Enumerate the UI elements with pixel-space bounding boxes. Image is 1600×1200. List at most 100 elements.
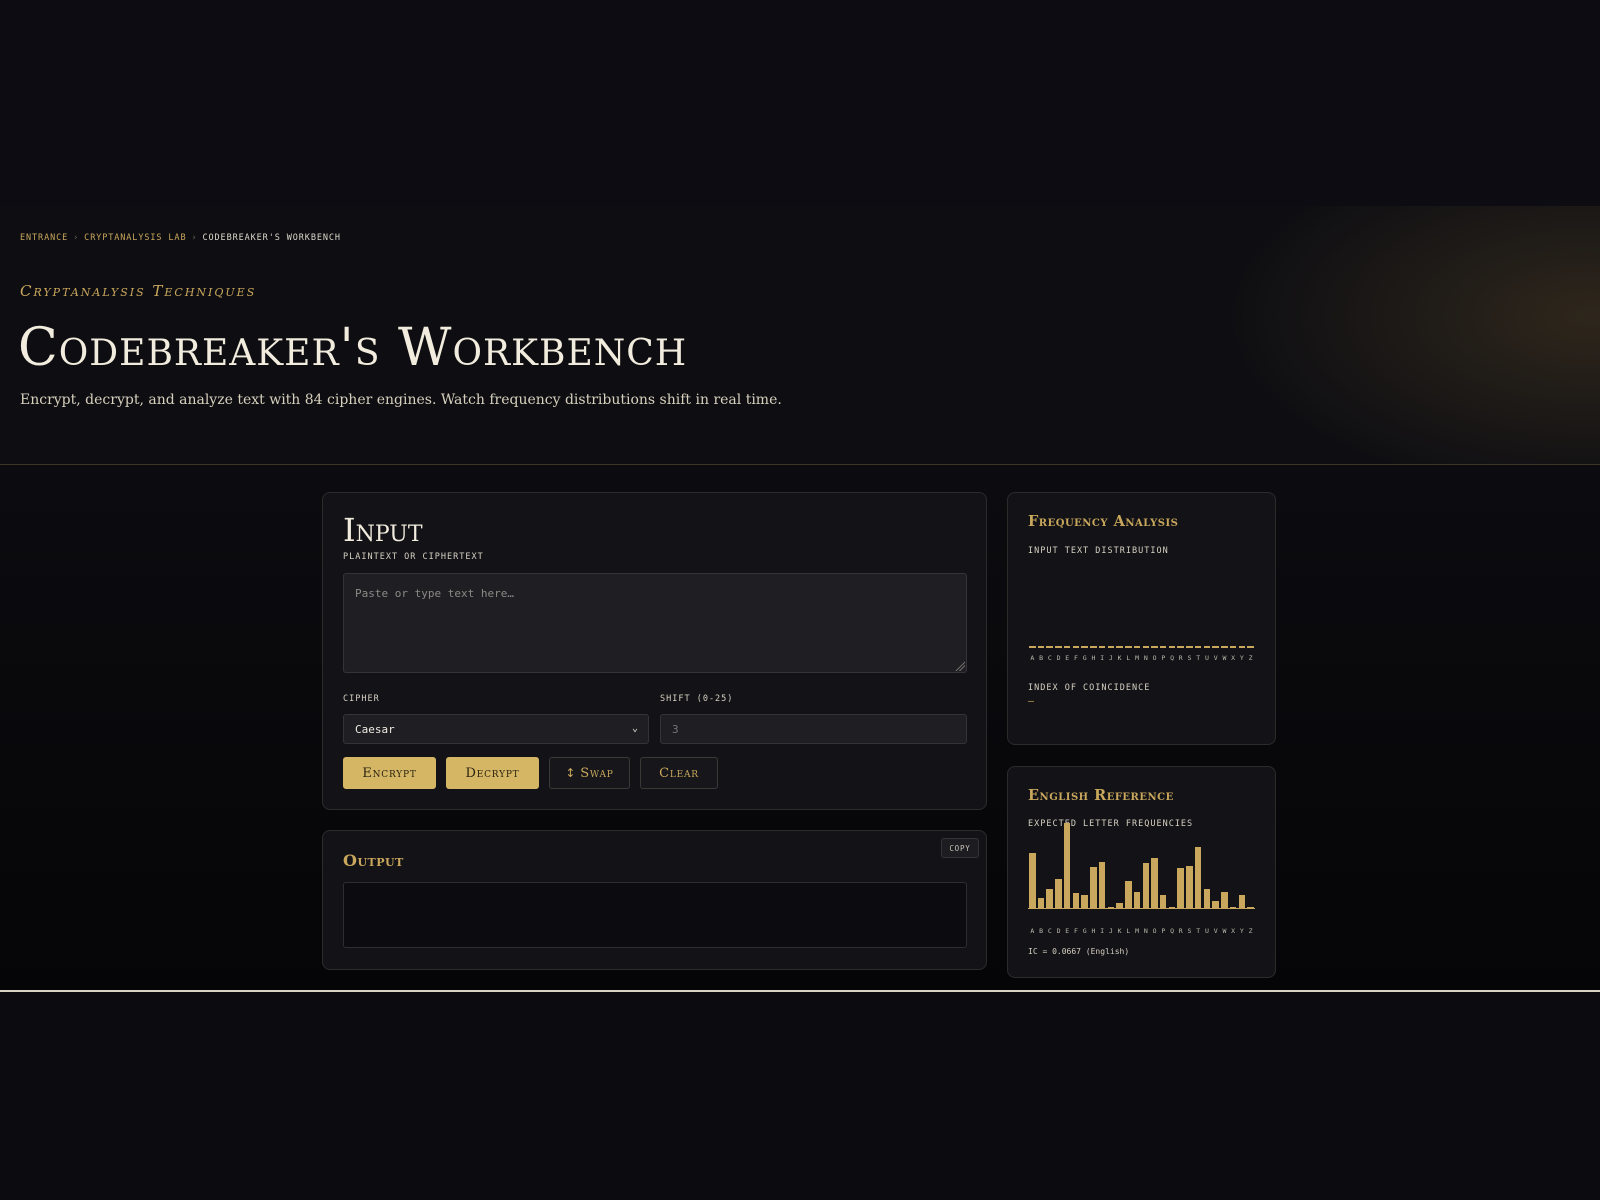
tick-label: Y xyxy=(1239,654,1244,662)
reference-frequency-bar xyxy=(1098,861,1106,908)
tick-label: V xyxy=(1213,927,1218,935)
output-text[interactable] xyxy=(343,882,967,948)
input-frequency-bar xyxy=(1186,646,1193,648)
reference-frequency-bar xyxy=(1159,895,1167,908)
tick-label: U xyxy=(1204,927,1209,935)
copy-button[interactable]: COPY xyxy=(941,838,979,858)
output-panel: Output COPY xyxy=(322,830,987,970)
input-heading: Input xyxy=(343,511,423,549)
tick-label: Y xyxy=(1239,927,1244,935)
tick-label: Z xyxy=(1248,654,1253,662)
tick-label: A xyxy=(1030,654,1035,662)
ic-label: INDEX OF COINCIDENCE xyxy=(1028,683,1151,693)
input-frequency-bar xyxy=(1081,646,1088,648)
tick-label: F xyxy=(1074,927,1078,935)
frequency-panel: Frequency Analysis INPUT TEXT DISTRIBUTI… xyxy=(1007,492,1276,745)
cipher-select-value: Caesar xyxy=(355,723,395,736)
shift-input[interactable] xyxy=(660,714,967,744)
tick-label: M xyxy=(1135,927,1140,935)
encrypt-button[interactable]: Encrypt xyxy=(343,757,436,789)
input-frequency-bar xyxy=(1037,646,1045,648)
frequency-heading: Frequency Analysis xyxy=(1028,513,1179,530)
input-frequency-bar xyxy=(1159,646,1167,648)
tick-label: Q xyxy=(1170,927,1174,935)
tick-label: R xyxy=(1178,654,1183,662)
tick-label: E xyxy=(1065,654,1070,662)
tick-label: D xyxy=(1056,927,1061,935)
reference-frequency-bar xyxy=(1125,881,1132,908)
tick-label: I xyxy=(1100,654,1105,662)
input-panel: Input PLAINTEXT OR CIPHERTEXT CIPHER SHI… xyxy=(322,492,987,810)
clear-button[interactable]: Clear xyxy=(640,757,718,789)
input-frequency-bar xyxy=(1203,646,1211,648)
tick-label: J xyxy=(1108,654,1113,662)
input-frequency-bar xyxy=(1177,646,1184,648)
tick-label: T xyxy=(1196,654,1201,662)
input-frequency-bar xyxy=(1133,646,1141,648)
tick-label: D xyxy=(1056,654,1061,662)
reference-frequency-bar xyxy=(1133,891,1141,908)
reference-ic-note: IC = 0.0667 (English) xyxy=(1028,947,1130,956)
ic-value: — xyxy=(1028,696,1035,707)
chevron-down-icon: ⌄ xyxy=(631,723,638,734)
input-frequency-bar xyxy=(1221,646,1228,648)
resize-handle-icon[interactable] xyxy=(954,660,965,671)
tick-label: U xyxy=(1204,654,1209,662)
breadcrumb-link-entrance[interactable]: ENTRANCE xyxy=(20,233,68,243)
input-frequency-bar xyxy=(1090,646,1097,648)
tick-label: P xyxy=(1161,927,1166,935)
tick-label: I xyxy=(1100,927,1105,935)
input-frequency-bar xyxy=(1107,646,1115,648)
tick-label: N xyxy=(1143,654,1148,662)
breadcrumb: ENTRANCE › CRYPTANALYSIS LAB › CODEBREAKER'S… xyxy=(20,233,341,243)
tick-label: B xyxy=(1039,927,1044,935)
tick-label: J xyxy=(1108,927,1113,935)
tick-label: K xyxy=(1117,654,1122,662)
tick-label: X xyxy=(1231,654,1236,662)
tick-label: H xyxy=(1091,927,1096,935)
page-eyebrow: Cryptanalysis Techniques xyxy=(20,282,257,300)
input-frequency-bar xyxy=(1238,646,1246,648)
tick-label: M xyxy=(1135,654,1140,662)
swap-button-label: Swap xyxy=(580,765,614,781)
tick-label: F xyxy=(1074,654,1078,662)
input-frequency-bar xyxy=(1098,646,1106,648)
tick-label: L xyxy=(1126,927,1131,935)
input-chart-axis: ABCDEFGHIJKLMNOPQRSTUVWXYZ xyxy=(1028,654,1255,664)
tick-label: Z xyxy=(1248,927,1253,935)
tick-label: T xyxy=(1196,927,1201,935)
tick-label: A xyxy=(1030,927,1035,935)
tick-label: Q xyxy=(1170,654,1174,662)
decrypt-button[interactable]: Decrypt xyxy=(446,757,539,789)
tick-label: H xyxy=(1091,654,1096,662)
reference-frequency-bar xyxy=(1072,893,1080,908)
swap-button[interactable]: ↕ Swap xyxy=(549,757,630,789)
hero-header: ENTRANCE › CRYPTANALYSIS LAB › CODEBREAKER'S… xyxy=(0,206,1600,465)
input-frequency-bar xyxy=(1125,646,1132,648)
input-frequency-bar xyxy=(1142,646,1149,648)
text-input[interactable] xyxy=(343,573,967,673)
reference-heading: English Reference xyxy=(1028,787,1174,804)
reference-chart-axis: ABCDEFGHIJKLMNOPQRSTUVWXYZ xyxy=(1028,927,1255,937)
cipher-label: CIPHER xyxy=(343,694,380,704)
input-frequency-bar xyxy=(1151,646,1158,648)
swap-arrows-icon: ↕ xyxy=(565,766,577,780)
page-subtitle: Encrypt, decrypt, and analyze text with … xyxy=(20,392,782,408)
tick-label: G xyxy=(1082,654,1087,662)
tick-label: C xyxy=(1047,654,1052,662)
breadcrumb-link-cryptanalysis-lab[interactable]: CRYPTANALYSIS LAB xyxy=(84,233,186,243)
reference-frequency-bar xyxy=(1238,894,1246,908)
input-frequency-bar xyxy=(1063,646,1071,648)
cipher-select[interactable]: Caesar ⌄ xyxy=(343,714,649,744)
reference-chart-baseline xyxy=(1028,908,1255,909)
input-frequency-chart xyxy=(1028,646,1255,648)
reference-frequency-bar xyxy=(1090,867,1097,908)
reference-frequency-chart xyxy=(1028,823,1255,908)
breadcrumb-current: CODEBREAKER'S WORKBENCH xyxy=(202,233,341,243)
output-heading: Output xyxy=(343,851,404,870)
tick-label: R xyxy=(1178,927,1183,935)
reference-frequency-bar xyxy=(1221,891,1228,908)
reference-frequency-bar xyxy=(1186,865,1193,908)
reference-frequency-bar xyxy=(1194,847,1202,908)
tick-label: P xyxy=(1161,654,1166,662)
